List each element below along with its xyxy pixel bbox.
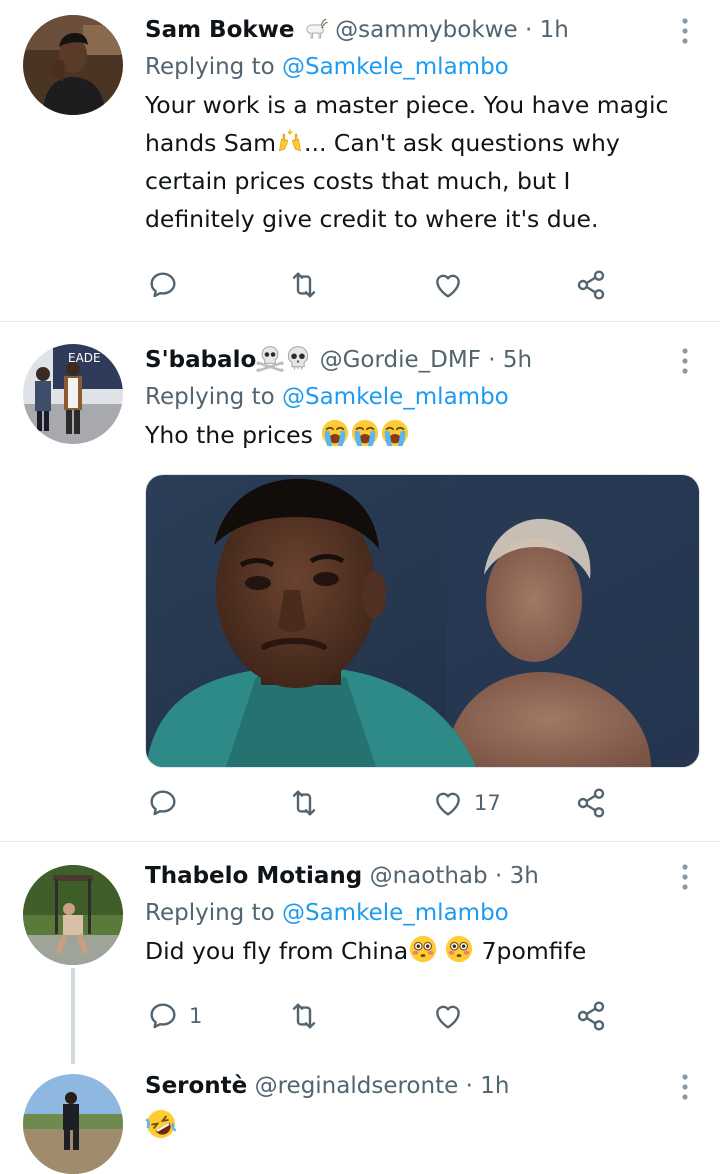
replying-label: Replying to <box>145 900 275 926</box>
tweet-text-line: hands Sam ... Can't ask questions why <box>145 124 700 162</box>
separator-dot: · <box>524 17 533 43</box>
tweet-thabelo-motiang[interactable]: Thabelo Motiang @naothab · 3h Replying t… <box>0 842 720 1064</box>
heart-icon <box>432 1000 464 1032</box>
tweet-header: Sam Bokwe @sammybokwe · 1h <box>145 12 700 48</box>
share-icon <box>575 787 607 819</box>
separator-dot: · <box>465 1073 473 1099</box>
reply-button[interactable] <box>147 265 179 305</box>
avatar[interactable]: EADE <box>23 344 123 444</box>
heart-icon <box>432 787 464 819</box>
more-options-icon[interactable] <box>680 16 690 46</box>
tweet-actions: 1 <box>145 996 625 1036</box>
more-options-icon[interactable] <box>680 1072 690 1102</box>
flushed-face-emoji-icon <box>408 934 438 964</box>
tweet-text-segment: ... Can't ask questions why <box>304 129 620 157</box>
reply-icon <box>147 1000 179 1032</box>
tweet-media-image[interactable] <box>145 474 700 768</box>
timestamp[interactable]: 3h <box>510 863 539 889</box>
user-handle[interactable]: @sammybokwe <box>335 17 517 43</box>
tweet-sam-bokwe[interactable]: Sam Bokwe @sammybokwe · 1h Replying to @… <box>0 0 720 321</box>
user-handle[interactable]: @reginaldseronte <box>255 1073 459 1099</box>
skull-emoji-icon <box>284 344 312 372</box>
like-button[interactable] <box>432 265 464 305</box>
like-button[interactable]: 17 <box>432 783 501 823</box>
tweet-text <box>145 1108 700 1146</box>
display-name[interactable]: S'babalo <box>145 347 256 373</box>
tweet-header: S'babalo @Gordie_DMF · 5h <box>145 342 700 378</box>
replying-to: Replying to @Samkele_mlambo <box>145 894 700 932</box>
mention-link[interactable]: @Samkele_mlambo <box>282 54 509 80</box>
loudly-crying-emoji-icon <box>380 418 410 448</box>
avatar[interactable] <box>23 865 123 965</box>
separator-dot: · <box>494 863 503 889</box>
tweet-seronte[interactable]: Serontè @reginaldseronte · 1h <box>0 1064 720 1174</box>
heart-icon <box>432 269 464 301</box>
retweet-button[interactable] <box>288 783 320 823</box>
avatar[interactable] <box>23 1074 123 1174</box>
tweet-text: Did you fly from China 7pomfife <box>145 932 700 970</box>
reply-icon <box>147 269 179 301</box>
mention-link[interactable]: @Samkele_mlambo <box>282 384 509 410</box>
retweet-button[interactable] <box>288 996 320 1036</box>
tweet-text-segment: Yho the prices <box>145 421 313 449</box>
timestamp[interactable]: 1h <box>540 17 569 43</box>
share-button[interactable] <box>575 996 607 1036</box>
reply-count: 1 <box>189 1004 203 1028</box>
tweet-text: Your work is a master piece. You have ma… <box>145 86 700 238</box>
replying-to: Replying to @Samkele_mlambo <box>145 378 700 416</box>
share-button[interactable] <box>575 783 607 823</box>
reply-button[interactable] <box>147 783 179 823</box>
thread-connector-line <box>71 968 75 1064</box>
tweet-text-line: definitely give credit to where it's due… <box>145 205 599 233</box>
share-button[interactable] <box>575 265 607 305</box>
tweet-actions <box>145 265 625 305</box>
display-name[interactable]: Serontè <box>145 1073 247 1099</box>
goat-emoji-icon <box>302 16 328 42</box>
like-button[interactable] <box>432 996 464 1036</box>
separator-dot: · <box>488 347 496 373</box>
tweet-text-line: Your work is a master piece. You have ma… <box>145 91 669 119</box>
rolling-on-floor-laughing-emoji-icon <box>145 1108 177 1140</box>
tweet-header: Serontè @reginaldseronte · 1h <box>145 1068 700 1104</box>
reply-icon <box>147 787 179 819</box>
flushed-face-emoji-icon <box>444 934 474 964</box>
tweet-actions: 17 <box>145 783 625 823</box>
user-handle[interactable]: @Gordie_DMF <box>320 347 481 373</box>
more-options-icon[interactable] <box>680 862 690 892</box>
like-count: 17 <box>474 791 501 815</box>
tweet-text-line: certain prices costs that much, but I <box>145 167 571 195</box>
share-icon <box>575 1000 607 1032</box>
tweet-text-segment: 7pomfife <box>481 937 587 965</box>
tweet-text: Yho the prices <box>145 416 700 454</box>
avatar[interactable] <box>23 15 123 115</box>
timestamp[interactable]: 1h <box>480 1073 509 1099</box>
retweet-button[interactable] <box>288 265 320 305</box>
loudly-crying-emoji-icon <box>350 418 380 448</box>
user-handle[interactable]: @naothab <box>370 863 488 889</box>
timestamp[interactable]: 5h <box>503 347 532 373</box>
retweet-icon <box>288 787 320 819</box>
more-options-icon[interactable] <box>680 346 690 376</box>
replying-label: Replying to <box>145 384 275 410</box>
raising-hands-emoji-icon <box>276 128 304 156</box>
replying-to: Replying to @Samkele_mlambo <box>145 48 700 86</box>
reply-button[interactable]: 1 <box>147 996 202 1036</box>
retweet-icon <box>288 1000 320 1032</box>
share-icon <box>575 269 607 301</box>
tweet-header: Thabelo Motiang @naothab · 3h <box>145 858 700 894</box>
display-name[interactable]: Thabelo Motiang <box>145 863 362 889</box>
skull-crossbones-emoji-icon <box>256 344 284 372</box>
tweet-text-segment: hands Sam <box>145 129 277 157</box>
tweet-sbabalo[interactable]: EADE S'babalo @Gordie_DMF · 5h Replying … <box>0 322 720 841</box>
display-name[interactable]: Sam Bokwe <box>145 17 295 43</box>
loudly-crying-emoji-icon <box>320 418 350 448</box>
mention-link[interactable]: @Samkele_mlambo <box>282 900 509 926</box>
tweet-text-segment: Did you fly from China <box>145 937 409 965</box>
replying-label: Replying to <box>145 54 275 80</box>
retweet-icon <box>288 269 320 301</box>
